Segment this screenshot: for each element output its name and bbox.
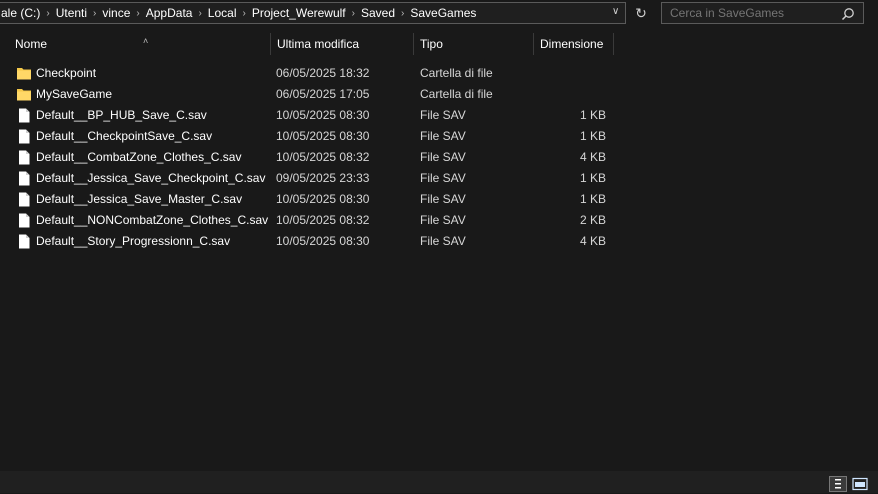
file-modified: 10/05/2025 08:30	[276, 192, 370, 206]
list-item[interactable]: Default__Jessica_Save_Checkpoint_C.sav 0…	[0, 168, 620, 189]
column-header-row: Nome ˄ Ultima modifica Tipo Dimensione	[0, 31, 878, 57]
breadcrumb-item[interactable]: SaveGames	[407, 6, 479, 20]
file-type: File SAV	[420, 150, 466, 164]
chevron-right-icon[interactable]: ›	[133, 8, 142, 19]
chevron-down-icon[interactable]: ∨	[612, 6, 619, 17]
file-icon	[19, 234, 30, 249]
breadcrumb-item[interactable]: ale (C:)	[0, 6, 43, 20]
file-name: Default__Jessica_Save_Master_C.sav	[36, 192, 243, 206]
search-input[interactable]	[662, 3, 832, 23]
column-header-name[interactable]: Nome ˄	[9, 31, 271, 57]
list-item[interactable]: Default__Jessica_Save_Master_C.sav 10/05…	[0, 189, 620, 210]
file-icon	[19, 171, 30, 186]
search-box[interactable]	[661, 2, 864, 24]
sort-ascending-icon: ˄	[143, 36, 149, 46]
list-item[interactable]: Default__BP_HUB_Save_C.sav 10/05/2025 08…	[0, 105, 620, 126]
chevron-right-icon[interactable]: ›	[195, 8, 204, 19]
status-bar	[0, 471, 878, 493]
list-item[interactable]: Default__Story_Progressionn_C.sav 10/05/…	[0, 231, 620, 252]
file-icon	[19, 108, 30, 123]
file-type: Cartella di file	[420, 87, 493, 101]
list-item[interactable]: Checkpoint 06/05/2025 18:32 Cartella di …	[0, 63, 620, 84]
file-name: Default__CombatZone_Clothes_C.sav	[36, 150, 242, 164]
file-size: 4 KB	[579, 150, 606, 164]
address-toolbar: ale (C:) › Utenti › vince › AppData › Lo…	[0, 0, 878, 29]
chevron-right-icon[interactable]: ›	[90, 8, 99, 19]
column-header-size[interactable]: Dimensione	[534, 31, 614, 57]
list-item[interactable]: Default__NONCombatZone_Clothes_C.sav 10/…	[0, 210, 620, 231]
address-bar[interactable]: ale (C:) › Utenti › vince › AppData › Lo…	[0, 2, 626, 24]
list-item[interactable]: MySaveGame 06/05/2025 17:05 Cartella di …	[0, 84, 620, 105]
file-type: File SAV	[420, 234, 466, 248]
column-header-label: Ultima modifica	[277, 37, 360, 51]
large-icons-view-button[interactable]	[852, 477, 868, 491]
file-icon	[19, 213, 30, 228]
file-name: MySaveGame	[36, 87, 113, 101]
file-size	[540, 84, 606, 105]
file-type: File SAV	[420, 108, 466, 122]
file-size: 4 KB	[579, 234, 606, 248]
refresh-icon: ↻	[635, 5, 647, 21]
chevron-right-icon[interactable]: ›	[398, 8, 407, 19]
folder-icon	[17, 89, 31, 101]
file-modified: 06/05/2025 17:05	[276, 87, 370, 101]
breadcrumb-item[interactable]: Local	[205, 6, 240, 20]
file-size	[540, 63, 606, 84]
breadcrumb-item[interactable]: vince	[99, 6, 133, 20]
file-name: Default__Jessica_Save_Checkpoint_C.sav	[36, 171, 266, 185]
file-modified: 10/05/2025 08:30	[276, 234, 370, 248]
file-name: Default__CheckpointSave_C.sav	[36, 129, 213, 143]
file-modified: 09/05/2025 23:33	[276, 171, 370, 185]
file-icon	[19, 129, 30, 144]
file-icon	[19, 150, 30, 165]
breadcrumb-item[interactable]: Utenti	[53, 6, 90, 20]
details-view-button[interactable]	[829, 476, 847, 492]
file-type: File SAV	[420, 129, 466, 143]
chevron-right-icon[interactable]: ›	[349, 8, 358, 19]
file-name: Default__BP_HUB_Save_C.sav	[36, 108, 207, 122]
column-header-label: Tipo	[420, 37, 443, 51]
breadcrumb-item[interactable]: Saved	[358, 6, 398, 20]
column-header-label: Nome	[15, 37, 48, 51]
large-icons-view-icon	[852, 477, 868, 491]
file-modified: 10/05/2025 08:30	[276, 129, 370, 143]
file-name: Default__NONCombatZone_Clothes_C.sav	[36, 213, 269, 227]
file-size: 1 KB	[579, 108, 606, 122]
file-type: File SAV	[420, 213, 466, 227]
column-header-label: Dimensione	[540, 37, 604, 51]
column-header-modified[interactable]: Ultima modifica	[271, 31, 414, 57]
file-name: Default__Story_Progressionn_C.sav	[36, 234, 231, 248]
details-view-icon	[835, 479, 841, 489]
file-size: 2 KB	[579, 213, 606, 227]
search-icon[interactable]	[841, 7, 855, 21]
file-modified: 10/05/2025 08:30	[276, 108, 370, 122]
file-type: Cartella di file	[420, 66, 493, 80]
folder-icon	[17, 68, 31, 80]
file-modified: 10/05/2025 08:32	[276, 213, 370, 227]
file-type: File SAV	[420, 171, 466, 185]
chevron-right-icon[interactable]: ›	[43, 8, 52, 19]
column-header-type[interactable]: Tipo	[414, 31, 534, 57]
file-icon	[19, 192, 30, 207]
breadcrumb-item[interactable]: AppData	[143, 6, 196, 20]
file-size: 1 KB	[579, 171, 606, 185]
file-size: 1 KB	[579, 192, 606, 206]
column-divider[interactable]	[613, 33, 614, 55]
file-name: Checkpoint	[36, 66, 97, 80]
chevron-right-icon[interactable]: ›	[239, 8, 248, 19]
file-type: File SAV	[420, 192, 466, 206]
list-item[interactable]: Default__CombatZone_Clothes_C.sav 10/05/…	[0, 147, 620, 168]
file-size: 1 KB	[579, 129, 606, 143]
file-modified: 06/05/2025 18:32	[276, 66, 370, 80]
breadcrumb-item[interactable]: Project_Werewulf	[249, 6, 349, 20]
file-modified: 10/05/2025 08:32	[276, 150, 370, 164]
list-item[interactable]: Default__CheckpointSave_C.sav 10/05/2025…	[0, 126, 620, 147]
refresh-button[interactable]: ↻	[631, 3, 651, 23]
